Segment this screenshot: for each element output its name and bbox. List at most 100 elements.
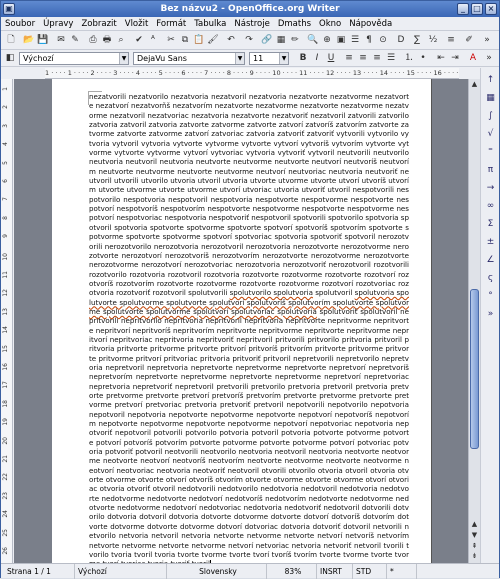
menu-zobrazit[interactable]: Zobrazit: [77, 17, 120, 31]
selection-mode-indicator[interactable]: STD: [352, 564, 386, 579]
italic-icon[interactable]: I: [311, 52, 323, 64]
toolbar-overflow-icon[interactable]: »: [481, 34, 493, 46]
close-icon[interactable]: ×: [485, 3, 497, 15]
navigator-icon[interactable]: ⊕: [321, 34, 333, 46]
underline-icon[interactable]: U: [325, 52, 337, 64]
scroll-up-icon[interactable]: ▲: [469, 519, 480, 530]
scroll-up-icon[interactable]: ▲: [469, 79, 480, 90]
next-page-icon[interactable]: ⇟: [469, 551, 480, 562]
format-paintbrush-icon[interactable]: 🖌: [207, 34, 219, 46]
menu-format[interactable]: Formát: [152, 17, 190, 31]
menu-dmaths[interactable]: Dmaths: [274, 17, 315, 31]
minimize-icon[interactable]: _: [457, 3, 469, 15]
writer-window: ▣ Bez názvu2 - OpenOffice.org Writer _ □…: [0, 0, 500, 579]
maximize-icon[interactable]: □: [471, 3, 483, 15]
table-icon[interactable]: ▦: [275, 34, 287, 46]
print-preview-icon[interactable]: ⌕: [115, 34, 127, 46]
undo-icon[interactable]: ↶: [225, 34, 237, 46]
degree-icon[interactable]: °: [484, 290, 497, 303]
align-center-icon[interactable]: ≡: [357, 52, 369, 64]
scrollbar-thumb[interactable]: [470, 289, 479, 449]
document-text[interactable]: nezatvorili nezatvorilo nezatvoria nezat…: [89, 92, 409, 563]
vertical-scrollbar[interactable]: ▲ ▲ ▼ ⇞ ⇟: [468, 79, 480, 563]
pi-icon[interactable]: π: [484, 164, 497, 177]
menu-upravy[interactable]: Úpravy: [39, 17, 77, 31]
overflow-icon[interactable]: »: [484, 308, 497, 321]
data-sources-icon[interactable]: ☰: [349, 34, 361, 46]
paragraph-style-select[interactable]: Výchozí ▼: [19, 52, 129, 65]
find-replace-icon[interactable]: 🔍: [307, 34, 319, 46]
root-icon[interactable]: √: [484, 128, 497, 141]
chevron-down-icon[interactable]: ▼: [119, 53, 128, 64]
menu-soubor[interactable]: Soubor: [1, 17, 39, 31]
styles-formatting-icon[interactable]: ◧: [4, 52, 16, 64]
dmaths-draw-icon[interactable]: ✐: [463, 34, 475, 46]
dmaths-d-icon[interactable]: D: [395, 34, 407, 46]
increase-indent-icon[interactable]: ⇥: [449, 52, 461, 64]
menu-vlozit[interactable]: Vložit: [121, 17, 153, 31]
hyperlink-icon[interactable]: 🔗: [261, 34, 273, 46]
sum-icon[interactable]: Σ: [484, 218, 497, 231]
language-indicator[interactable]: Slovensky: [166, 564, 266, 579]
spellcheck-icon[interactable]: ✔: [133, 34, 145, 46]
font-size-select[interactable]: 11 ▼: [249, 52, 289, 65]
chevron-down-icon[interactable]: ▼: [279, 53, 288, 64]
sigma-icon[interactable]: ς: [484, 272, 497, 285]
sign-icon[interactable]: ±: [484, 236, 497, 249]
nonprinting-chars-icon[interactable]: ¶: [363, 34, 375, 46]
show-draw-functions-icon[interactable]: ✏: [289, 34, 301, 46]
font-color-icon[interactable]: A: [467, 52, 479, 64]
insert-mode-indicator[interactable]: INSRT: [316, 564, 352, 579]
pdf-export-icon[interactable]: ⎙: [87, 34, 99, 46]
align-right-icon[interactable]: ≡: [371, 52, 383, 64]
autospell-icon[interactable]: ᴬ: [147, 34, 159, 46]
menu-napoveda[interactable]: Nápověda: [345, 17, 396, 31]
vruler-label: 15: [2, 344, 9, 353]
vector-icon[interactable]: →: [484, 182, 497, 195]
infinity-icon[interactable]: ∞: [484, 200, 497, 213]
dmaths-fraction-icon[interactable]: ½: [427, 34, 439, 46]
menu-tabulka[interactable]: Tabulka: [190, 17, 230, 31]
chevron-down-icon[interactable]: ▼: [235, 53, 244, 64]
numbering-icon[interactable]: ⒈: [403, 52, 415, 64]
angle-icon[interactable]: ∠: [484, 254, 497, 267]
spelling-error-1[interactable]: spolutvorilo spolutvoria: [230, 288, 313, 297]
redo-icon[interactable]: ↷: [243, 34, 255, 46]
bullets-icon[interactable]: •: [417, 52, 429, 64]
arrow-up-icon[interactable]: ↑: [484, 74, 497, 87]
open-icon[interactable]: 📂: [23, 34, 35, 46]
justify-icon[interactable]: ☰: [385, 52, 397, 64]
equals-icon[interactable]: ⁼: [484, 146, 497, 159]
paste-icon[interactable]: 📋: [193, 34, 205, 46]
new-document-icon[interactable]: 🗋: [5, 34, 17, 46]
vertical-ruler[interactable]: 1 2 3 4 5 6 7 8 9 10 11 12 13 14 15 16 17 18 19 20 21 22 23 24 2…: [1, 79, 13, 563]
menu-okno[interactable]: Okno: [315, 17, 345, 31]
edit-file-icon[interactable]: ✎: [69, 34, 81, 46]
page-style-indicator[interactable]: Výchozí: [74, 564, 166, 579]
vruler-label: 3: [2, 123, 9, 128]
zoom-icon[interactable]: ⊙: [377, 34, 389, 46]
align-left-icon[interactable]: ≡: [343, 52, 355, 64]
dmaths-formula-icon[interactable]: ∑: [411, 34, 423, 46]
page-indicator[interactable]: Strana 1 / 1: [4, 564, 72, 579]
horizontal-ruler[interactable]: 1 · · · · 1 · · · · 2 · · · · 3 · · · · …: [45, 68, 459, 79]
scroll-down-icon[interactable]: ▼: [469, 530, 480, 541]
toolbar-overflow-icon[interactable]: »: [483, 52, 495, 64]
cut-icon[interactable]: ✂: [165, 34, 177, 46]
menu-nastroje[interactable]: Nástroje: [230, 17, 273, 31]
zoom-indicator[interactable]: 83%: [266, 564, 316, 579]
mail-icon[interactable]: ✉: [55, 34, 67, 46]
integral-icon[interactable]: ∫: [484, 110, 497, 123]
font-name-select[interactable]: DejaVu Sans ▼: [133, 52, 245, 65]
save-icon[interactable]: 💾: [37, 34, 49, 46]
print-icon[interactable]: 🖶: [101, 34, 113, 46]
copy-icon[interactable]: ⧉: [179, 34, 191, 46]
dmaths-symbols-icon[interactable]: ≡: [445, 34, 457, 46]
window-menu-icon[interactable]: ▣: [3, 3, 15, 15]
decrease-indent-icon[interactable]: ⇤: [435, 52, 447, 64]
bold-icon[interactable]: B: [297, 52, 309, 64]
vruler-label: 18: [2, 399, 9, 408]
document-page[interactable]: nezatvorili nezatvorilo nezatvoria nezat…: [52, 79, 432, 563]
gallery-icon[interactable]: ▣: [335, 34, 347, 46]
grid-icon[interactable]: ▦: [484, 92, 497, 105]
